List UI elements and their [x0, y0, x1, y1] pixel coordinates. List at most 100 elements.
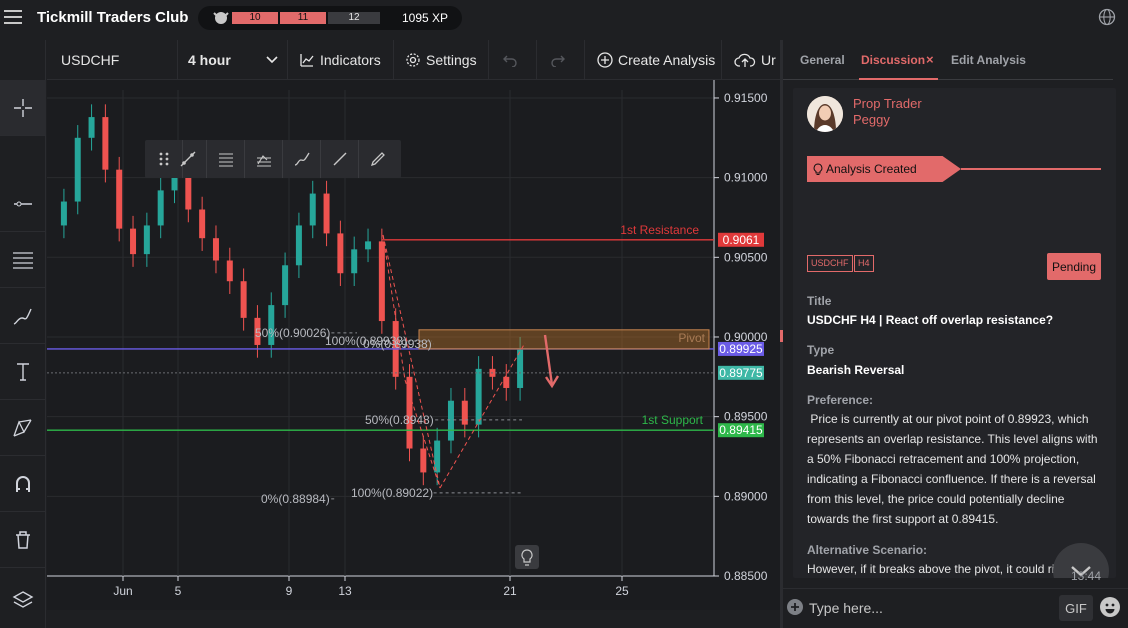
- message-input[interactable]: [809, 597, 1049, 619]
- settings-button[interactable]: Settings: [394, 40, 489, 80]
- author-role[interactable]: Prop Trader: [853, 96, 922, 111]
- x-tick-label: 9: [286, 584, 293, 598]
- symbol-selector[interactable]: USDCHF: [47, 40, 178, 80]
- author-name[interactable]: Peggy: [853, 112, 890, 127]
- status-badge: Pending: [1047, 253, 1101, 280]
- drawing-tools-sidebar: [0, 40, 46, 628]
- candle-body: [240, 281, 247, 318]
- timeframe-tag: H4: [854, 255, 874, 272]
- message-timestamp: 13:44: [1071, 569, 1102, 583]
- fib-extension-tool[interactable]: [245, 140, 283, 178]
- chart-toolbar: USDCHF 4 hour Indicators Settings Create…: [47, 40, 780, 80]
- analysis-card: Prop Trader Peggy Analysis Created USDCH…: [793, 88, 1116, 578]
- candle-body: [102, 117, 109, 170]
- redo-button[interactable]: [537, 40, 585, 80]
- gear-icon: [406, 53, 420, 67]
- avatar[interactable]: [807, 96, 843, 132]
- trend-line-tool[interactable]: [169, 140, 207, 178]
- candle-body: [282, 265, 289, 306]
- top-bar: Tickmill Traders Club 10 11 12 1095 XP: [0, 0, 1128, 36]
- banner-line: [961, 168, 1101, 170]
- timeframe-label: 4 hour: [188, 52, 231, 68]
- pen-icon: [370, 152, 385, 167]
- candle-body: [88, 117, 95, 138]
- candle-body: [74, 137, 81, 202]
- tab-general[interactable]: General: [800, 53, 845, 67]
- analysis-panel: General Discussion × Edit Analysis Prop …: [783, 40, 1128, 628]
- candle-body: [212, 238, 219, 261]
- add-attachment-icon[interactable]: [787, 599, 803, 615]
- candle-body: [143, 225, 150, 255]
- undo-icon: [503, 55, 517, 67]
- y-tick-label: 0.90500: [724, 250, 768, 264]
- panel-tabs: General Discussion × Edit Analysis: [783, 40, 1113, 80]
- message-composer: GIF: [783, 588, 1128, 628]
- gif-button[interactable]: GIF: [1059, 595, 1093, 621]
- fib-retracement-tool[interactable]: [207, 140, 245, 178]
- y-tick-label: 0.91000: [724, 171, 768, 185]
- analysis-created-banner: Analysis Created: [807, 156, 961, 182]
- active-tab-indicator: [859, 78, 938, 80]
- indicators-button[interactable]: Indicators: [288, 40, 394, 80]
- current-price-label: 0.89775: [719, 366, 763, 380]
- banner-label: Analysis Created: [826, 162, 917, 176]
- cloud-upload-icon: [734, 53, 756, 67]
- candle-body: [130, 228, 137, 255]
- chart-line-icon: [300, 54, 314, 67]
- line-tool[interactable]: [321, 140, 359, 178]
- indicators-label: Indicators: [320, 52, 381, 68]
- candle-body: [323, 193, 330, 234]
- undo-button[interactable]: [489, 40, 537, 80]
- delete-tool[interactable]: [0, 512, 46, 568]
- pivot-zone: [418, 329, 710, 350]
- candle-body: [365, 241, 372, 250]
- brush-tool[interactable]: [0, 288, 46, 344]
- fib-level-label: 50%(0.90026): [255, 326, 330, 340]
- x-tick-label: 21: [503, 584, 517, 598]
- globe-icon[interactable]: [1098, 8, 1116, 26]
- level-price-label: 0.89925: [719, 342, 763, 356]
- candle-body: [447, 400, 454, 441]
- trend-line-icon: [180, 151, 195, 167]
- menu-icon[interactable]: [4, 10, 22, 26]
- bull-icon: [213, 12, 229, 24]
- tab-edit-analysis[interactable]: Edit Analysis: [951, 53, 1026, 67]
- line-icon: [333, 152, 346, 166]
- resistance-label: 1st Resistance: [620, 223, 699, 237]
- crosshair-tool[interactable]: [0, 80, 46, 136]
- upload-button[interactable]: Ur: [722, 40, 780, 80]
- type-value: Bearish Reversal: [807, 363, 905, 377]
- title-label: Title: [807, 294, 832, 308]
- brush-tool[interactable]: [283, 140, 321, 178]
- avatar-image-icon: [807, 96, 843, 132]
- x-tick-label: 5: [175, 584, 182, 598]
- level-price-label: 0.89415: [719, 423, 763, 437]
- layers-tool[interactable]: [0, 572, 46, 628]
- drag-handle-icon: [159, 152, 168, 166]
- candle-body: [378, 241, 385, 322]
- candle-body: [475, 368, 482, 425]
- candle-body: [185, 177, 192, 210]
- fib-lines-tool[interactable]: [0, 232, 46, 288]
- magnet-icon: [16, 475, 30, 492]
- pattern-tool[interactable]: [0, 400, 46, 456]
- create-analysis-button[interactable]: Create Analysis: [585, 40, 722, 80]
- pen-tool[interactable]: [359, 140, 397, 178]
- alternative-label: Alternative Scenario:: [807, 543, 928, 557]
- candle-body: [157, 190, 164, 226]
- candle-body: [199, 209, 206, 239]
- timeframe-selector[interactable]: 4 hour: [178, 40, 288, 80]
- candle-body: [351, 249, 358, 274]
- magnet-tool[interactable]: [0, 456, 46, 512]
- fib-level-label: 0%(0.88984): [261, 492, 330, 506]
- text-icon: [17, 362, 29, 381]
- preference-text: Price is currently at our pivot point of…: [807, 412, 1101, 526]
- horizontal-line-tool[interactable]: [0, 176, 46, 232]
- emoji-icon[interactable]: [1100, 597, 1120, 617]
- candle-body: [517, 349, 524, 388]
- close-tab-icon[interactable]: ×: [926, 52, 934, 67]
- tab-discussion[interactable]: Discussion: [861, 53, 925, 67]
- candle-body: [60, 201, 67, 226]
- text-tool[interactable]: [0, 344, 46, 400]
- candle-body: [337, 233, 344, 274]
